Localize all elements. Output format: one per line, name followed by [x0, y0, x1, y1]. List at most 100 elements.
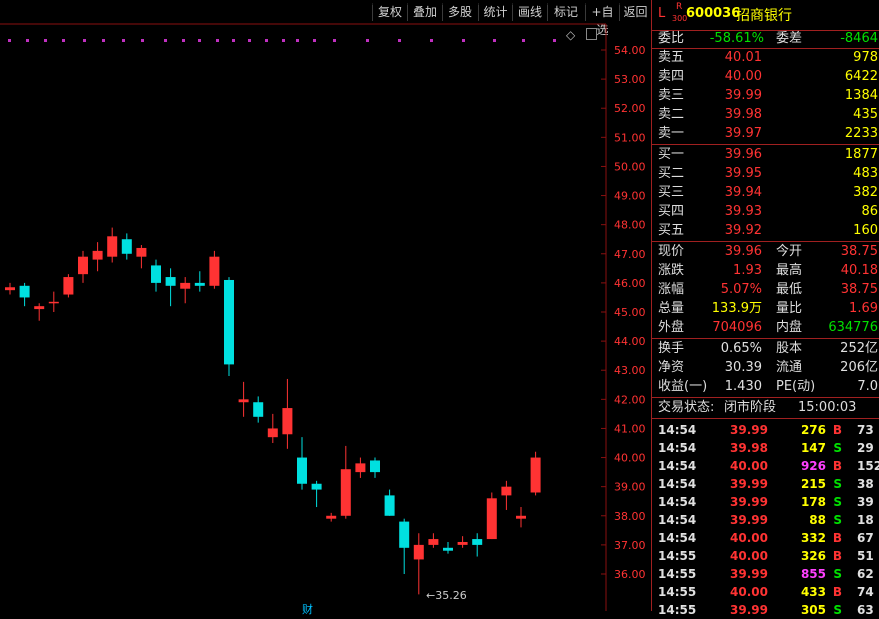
candle[interactable] [194, 271, 205, 292]
candle[interactable] [501, 480, 512, 510]
quote-value: 38.75 [840, 282, 878, 297]
tick-count: 74 [857, 585, 874, 599]
tick-volume: 433 [800, 585, 826, 599]
bid-row[interactable]: 买五 39.92 160 [652, 222, 879, 240]
y-tick-label: 48.00 [614, 219, 646, 232]
y-tick-label: 47.00 [614, 248, 646, 261]
candle[interactable] [326, 512, 337, 522]
bid-volume: 160 [853, 223, 878, 238]
ask-label: 卖五 [658, 50, 685, 65]
candle[interactable] [180, 277, 191, 304]
candle[interactable] [63, 274, 74, 298]
candle[interactable] [209, 250, 220, 289]
ask-volume: 435 [853, 107, 878, 122]
bid-label: 买一 [658, 147, 685, 162]
candle[interactable] [34, 303, 45, 321]
bid-row[interactable]: 买二 39.95 483 [652, 165, 879, 183]
candle[interactable] [516, 507, 526, 528]
candle[interactable] [340, 445, 351, 519]
candle-body [413, 544, 424, 560]
ask-row[interactable]: 卖三 39.99 1384 [652, 87, 879, 105]
candle[interactable] [297, 437, 307, 490]
candle[interactable] [165, 268, 176, 307]
quote-value: 704096 [712, 320, 762, 335]
quote-value: 634776 [828, 320, 878, 335]
tick-row: 14:55 39.99 305 S 63 [652, 601, 879, 619]
candle[interactable] [384, 489, 395, 516]
tick-row: 14:55 40.00 433 B 74 [652, 583, 879, 601]
tick-row: 14:54 39.99 88 S 18 [652, 511, 879, 529]
candle[interactable] [136, 245, 147, 269]
bid-row[interactable]: 买三 39.94 382 [652, 184, 879, 202]
candle[interactable] [311, 480, 322, 508]
bid-label: 买二 [658, 166, 685, 181]
separator [652, 144, 879, 145]
candle[interactable] [151, 259, 161, 292]
candle[interactable] [413, 533, 424, 595]
tick-time: 14:54 [658, 495, 697, 509]
candle[interactable] [282, 378, 293, 449]
trade-status-phase: 闭市阶段 [724, 400, 777, 415]
candle[interactable] [121, 233, 132, 260]
y-tick-label: 40.00 [614, 452, 646, 465]
candle[interactable] [472, 533, 483, 557]
candle-body [180, 282, 191, 289]
y-tick-label: 37.00 [614, 539, 646, 552]
candle[interactable] [78, 250, 88, 283]
ask-row[interactable]: 卖二 39.98 435 [652, 106, 879, 124]
candle[interactable] [92, 242, 103, 272]
tick-side: B [832, 423, 842, 437]
bid-row[interactable]: 买四 39.93 86 [652, 203, 879, 221]
tick-price: 39.99 [730, 423, 768, 437]
candle[interactable] [457, 536, 468, 548]
tick-volume: 326 [800, 549, 826, 563]
tick-side: S [833, 513, 842, 527]
candlestick-chart[interactable]: 54.00 53.00 52.00 51.00 50.00 49.00 48.00 47.00… [0, 0, 651, 611]
ask-row[interactable]: 卖四 40.00 6422 [652, 68, 879, 86]
tick-volume: 305 [800, 603, 826, 617]
candle[interactable] [5, 282, 15, 295]
candle[interactable] [267, 413, 278, 443]
quote-value: 40.18 [840, 263, 878, 278]
candle[interactable] [399, 518, 410, 574]
y-tick-label: 50.00 [614, 160, 646, 173]
candle-body [428, 539, 439, 545]
y-tick-label: 52.00 [614, 102, 646, 115]
tick-price: 40.00 [730, 531, 768, 545]
candle-body [238, 399, 249, 403]
quote-value: 39.96 [724, 244, 762, 259]
ask-label: 卖二 [658, 107, 685, 122]
tick-price: 39.99 [730, 603, 768, 617]
trade-status-label: 交易状态: [658, 400, 715, 415]
candle[interactable] [48, 291, 59, 312]
tick-count: 38 [857, 477, 874, 491]
candle[interactable] [238, 381, 249, 417]
candle-body [384, 495, 395, 516]
candle[interactable] [253, 396, 264, 423]
fundamental-label: PE(动) [776, 379, 816, 394]
tick-count: 39 [857, 495, 874, 509]
candle[interactable] [19, 282, 30, 307]
tick-count: 152 [857, 459, 879, 473]
bid-label: 买三 [658, 185, 685, 200]
bid-row[interactable]: 买一 39.96 1877 [652, 146, 879, 164]
tick-volume: 215 [800, 477, 826, 491]
ask-row[interactable]: 卖五 40.01 978 [652, 49, 879, 67]
candle[interactable] [355, 457, 366, 478]
ask-label: 卖三 [658, 88, 685, 103]
candle[interactable] [443, 541, 453, 554]
candle[interactable] [370, 457, 380, 478]
candle[interactable] [486, 492, 497, 540]
candle[interactable] [428, 533, 439, 548]
candle[interactable] [224, 277, 234, 377]
tick-volume: 178 [800, 495, 826, 509]
tick-row: 14:54 39.99 276 B 73 [652, 421, 879, 439]
candle-body [19, 285, 30, 298]
finance-marker[interactable]: 财 [302, 601, 313, 617]
ask-row[interactable]: 卖一 39.97 2233 [652, 125, 879, 143]
tick-count: 67 [857, 531, 874, 545]
trade-status-row: 交易状态: 闭市阶段 15:00:03 [652, 399, 879, 417]
candle[interactable] [530, 451, 541, 496]
candle[interactable] [107, 227, 118, 263]
candle-body [151, 265, 161, 283]
